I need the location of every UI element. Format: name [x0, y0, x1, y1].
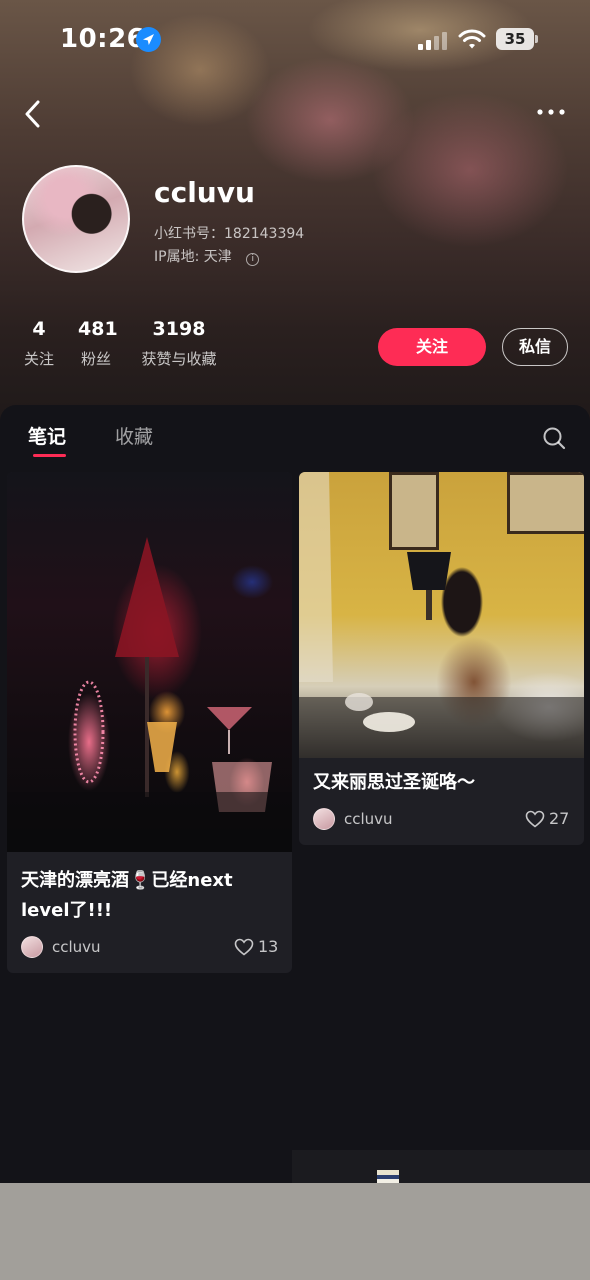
- blank-area: [0, 1183, 590, 1280]
- ip-location-text: IP属地: 天津: [154, 249, 232, 265]
- tab-collections[interactable]: 收藏: [115, 422, 153, 449]
- stat-likes-collects-label: 获赞与收藏: [141, 350, 217, 368]
- stat-likes-collects-value: 3198: [152, 318, 206, 340]
- stat-likes-collects[interactable]: 3198 获赞与收藏: [137, 318, 221, 369]
- author-name[interactable]: ccluvu: [344, 810, 393, 828]
- heart-icon[interactable]: [234, 938, 254, 956]
- note-card[interactable]: 又来丽思过圣诞咯～ ccluvu 27: [299, 472, 584, 845]
- heart-icon[interactable]: [525, 810, 545, 828]
- ip-location: IP属地: 天津 i: [154, 246, 260, 266]
- screenshot-seam-artifact: [377, 1170, 399, 1183]
- stat-following-label: 关注: [23, 350, 54, 368]
- app-screen: 10:26 35 ccluvu 小红书号：182143394 IP属地: 天津 …: [0, 0, 590, 1183]
- stat-followers-value: 481: [78, 318, 118, 340]
- status-bar: 10:26 35: [0, 24, 590, 58]
- status-time: 10:26: [60, 24, 146, 54]
- tab-notes[interactable]: 笔记: [28, 422, 66, 449]
- follow-button[interactable]: 关注: [378, 328, 486, 366]
- cellular-signal-icon: [418, 32, 450, 50]
- stat-followers-label: 粉丝: [80, 350, 111, 368]
- location-arrow-icon: [136, 27, 161, 52]
- like-count: 27: [549, 809, 570, 828]
- note-card[interactable]: 天津的漂亮酒🍷已经next level了!!! ccluvu 13: [7, 472, 292, 973]
- wifi-icon: [458, 28, 486, 50]
- red-id: 小红书号：182143394: [154, 226, 305, 242]
- stat-followers[interactable]: 481 粉丝: [78, 318, 118, 369]
- note-title: 又来丽思过圣诞咯～: [313, 772, 475, 793]
- note-cover-image: [7, 472, 292, 852]
- author-avatar[interactable]: [21, 936, 43, 958]
- message-button[interactable]: 私信: [502, 328, 568, 366]
- author-name[interactable]: ccluvu: [52, 938, 101, 956]
- note-title: 天津的漂亮酒🍷已经next level了!!!: [21, 870, 233, 921]
- profile-avatar[interactable]: [22, 165, 130, 273]
- stat-following-value: 4: [32, 318, 46, 340]
- notes-panel: 笔记 收藏 天津的漂亮酒🍷已经next level了!!! ccluvu 13 …: [0, 405, 590, 1183]
- stat-following[interactable]: 4 关注: [22, 318, 56, 369]
- battery-indicator: 35: [496, 28, 538, 50]
- note-cover-image: [299, 472, 584, 758]
- profile-username: ccluvu: [154, 176, 255, 209]
- screenshot-seam: [292, 1150, 590, 1183]
- author-avatar[interactable]: [313, 808, 335, 830]
- search-icon[interactable]: [542, 426, 566, 450]
- like-count: 13: [258, 937, 279, 956]
- more-icon[interactable]: [534, 100, 570, 124]
- active-tab-indicator: [33, 454, 66, 457]
- back-arrow-icon[interactable]: [20, 96, 48, 132]
- profile-header-background: 10:26 35 ccluvu 小红书号：182143394 IP属地: 天津 …: [0, 0, 590, 440]
- info-icon[interactable]: i: [246, 253, 260, 266]
